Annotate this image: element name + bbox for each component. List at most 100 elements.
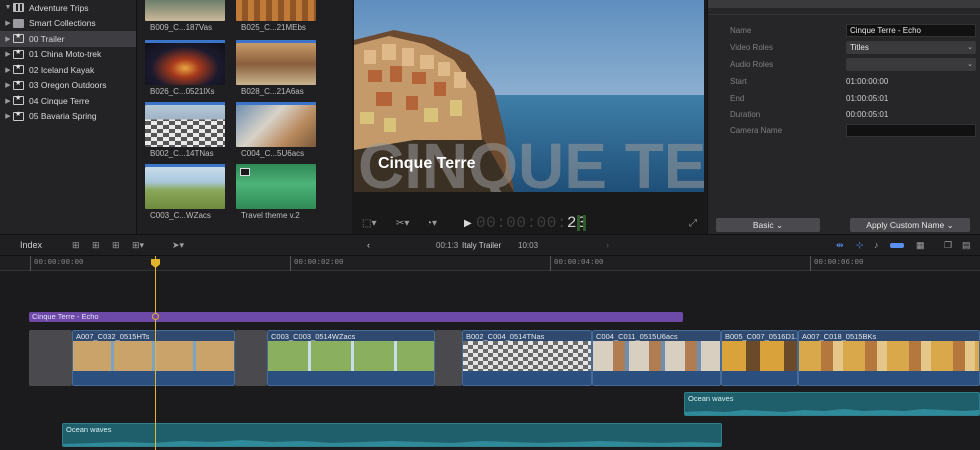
- inspector: Name Cinque Terre - Echo Video Roles Tit…: [707, 0, 980, 234]
- transition-clip[interactable]: [29, 330, 72, 386]
- snapping-icon[interactable]: ⊹: [856, 240, 864, 251]
- basic-button[interactable]: Basic ⌄: [716, 218, 820, 232]
- sidebar-item-event[interactable]: ▶ 00 Trailer: [0, 31, 136, 47]
- disclosure-closed-icon[interactable]: ▶: [3, 112, 13, 120]
- video-clip[interactable]: C004_C011_0515U6acs: [592, 330, 721, 386]
- sidebar-item-smart-collections[interactable]: ▶ Smart Collections: [0, 16, 136, 32]
- browser-clip[interactable]: C003_C...WZacs: [145, 164, 225, 220]
- video-roles-select[interactable]: Titles ⌄: [846, 40, 976, 54]
- audio-clip[interactable]: Ocean waves: [62, 423, 722, 447]
- timeline[interactable]: 00:00:00:00 00:00:02:00 00:00:04:00 00:0…: [0, 256, 980, 450]
- inspector-row-end: End 01:00:05:01: [708, 90, 980, 106]
- clip-appearance-icon[interactable]: ⇹: [836, 240, 844, 251]
- audio-clip[interactable]: Ocean waves: [684, 392, 980, 416]
- clip-filmstrip: [799, 341, 979, 371]
- layout-icon[interactable]: ▤: [962, 240, 971, 251]
- disclosure-closed-icon[interactable]: ▶: [3, 81, 13, 89]
- sidebar-item-library[interactable]: ▼ Adventure Trips: [0, 0, 136, 16]
- event-icon: [13, 63, 24, 75]
- index-button[interactable]: Index: [20, 240, 42, 250]
- clip-label: Travel theme v.2: [241, 211, 300, 220]
- clip-thumbnail: [236, 105, 316, 147]
- chevron-down-icon: ⌄: [967, 60, 973, 68]
- viewer-frame[interactable]: CINQUE TERRE Cinque Terre: [354, 0, 704, 192]
- sidebar-item-event[interactable]: ▶ 05 Bavaria Spring: [0, 109, 136, 125]
- clip-thumbnail: [145, 43, 225, 85]
- sidebar-item-label: 04 Cinque Terre: [29, 95, 90, 106]
- title-clip[interactable]: Cinque Terre - Echo: [29, 312, 683, 322]
- disclosure-closed-icon[interactable]: ▶: [3, 50, 13, 58]
- browser-clip[interactable]: B009_C...187Vas: [145, 0, 225, 32]
- disclosure-closed-icon[interactable]: ▶: [3, 66, 13, 74]
- overwrite-clip-icon[interactable]: ⊞▾: [132, 240, 144, 251]
- timecode-dim: 00:00:00:: [476, 214, 567, 232]
- disclosure-closed-icon[interactable]: ▶: [3, 19, 13, 27]
- insert-clip-icon[interactable]: ⊞: [92, 240, 100, 251]
- divider: [708, 14, 980, 15]
- sidebar-item-label: Adventure Trips: [29, 2, 89, 13]
- audio-waveform: [722, 371, 797, 385]
- end-value: 01:00:05:01: [846, 93, 889, 103]
- clip-thumbnail: [236, 43, 316, 85]
- inspector-row-duration: Duration 00:00:05:01: [708, 106, 980, 122]
- browser-clip[interactable]: B025_C...21MEbs: [236, 0, 316, 32]
- ruler-label: 00:00:00:00: [34, 259, 84, 267]
- video-clip[interactable]: B005_C007_0516D1...: [721, 330, 798, 386]
- speed-icon[interactable]: ◔▾: [426, 218, 437, 229]
- browser-clip[interactable]: B002_C...14TNas: [145, 102, 225, 158]
- browser-clip[interactable]: B026_C...0521lXs: [145, 40, 225, 96]
- browser-clip[interactable]: C004_C...5U6acs: [236, 102, 316, 158]
- title-overlay: Cinque Terre: [378, 155, 476, 172]
- event-icon: [13, 110, 24, 121]
- append-clip-icon[interactable]: ⊞: [112, 240, 120, 251]
- browser-clip[interactable]: B028_C...21A6as: [236, 40, 316, 96]
- sidebar-item-event[interactable]: ▶ 01 China Moto-trek: [0, 47, 136, 63]
- sidebar-item-event[interactable]: ▶ 02 Iceland Kayak: [0, 62, 136, 78]
- row-label: Name: [730, 25, 752, 35]
- select-tool-icon[interactable]: ➤▾: [172, 240, 184, 251]
- audio-waveform: [463, 371, 591, 385]
- effects-icon[interactable]: ✂▾: [396, 218, 409, 229]
- video-clip[interactable]: A007_C018_0515BKs: [798, 330, 980, 386]
- ruler-tick: [30, 256, 31, 271]
- skimming-icon[interactable]: [890, 243, 904, 248]
- transform-icon[interactable]: ⬚▾: [362, 218, 376, 229]
- playhead[interactable]: [155, 256, 156, 450]
- audio-waveform: [73, 371, 234, 385]
- video-clip[interactable]: C003_C003_0514WZacs: [267, 330, 435, 386]
- timeline-ruler[interactable]: 00:00:00:00 00:00:02:00 00:00:04:00 00:0…: [0, 256, 980, 271]
- name-field[interactable]: Cinque Terre - Echo: [846, 23, 976, 37]
- row-label: End: [730, 93, 745, 103]
- next-icon[interactable]: ›: [606, 240, 609, 250]
- play-icon[interactable]: ▶: [464, 218, 472, 229]
- disclosure-closed-icon[interactable]: ▶: [3, 97, 13, 105]
- video-clip[interactable]: A007_C032_0515HTs: [72, 330, 235, 386]
- audio-waveform: [268, 371, 434, 385]
- film-icon[interactable]: ▦: [916, 240, 925, 251]
- sidebar-item-label: 03 Oregon Outdoors: [29, 80, 107, 91]
- video-clip[interactable]: B002_C004_0514TNas: [462, 330, 592, 386]
- library-icon: [13, 3, 24, 13]
- clip-label: C003_C...WZacs: [150, 211, 211, 220]
- sidebar-item-event[interactable]: ▶ 03 Oregon Outdoors: [0, 78, 136, 94]
- apply-custom-name-button[interactable]: Apply Custom Name ⌄: [850, 218, 970, 232]
- browser-clip[interactable]: Travel theme v.2: [236, 164, 316, 220]
- disclosure-closed-icon[interactable]: ▶: [3, 35, 13, 43]
- window-icon[interactable]: ❐: [944, 240, 952, 251]
- connect-clip-icon[interactable]: ⊞: [72, 240, 80, 251]
- row-label: Duration: [730, 109, 761, 119]
- audio-meter-left: [577, 215, 580, 231]
- disclosure-open-icon[interactable]: ▼: [3, 4, 13, 11]
- transition-clip[interactable]: [435, 330, 462, 386]
- headphones-icon[interactable]: ♪: [874, 240, 879, 250]
- fullscreen-icon[interactable]: ⤢: [689, 218, 697, 229]
- transition-clip[interactable]: [235, 330, 267, 386]
- sidebar-item-label: Smart Collections: [29, 18, 96, 29]
- toolbar-timecode: 00:1:3: [436, 241, 459, 250]
- previous-icon[interactable]: ‹: [367, 240, 370, 250]
- event-icon: [13, 94, 24, 106]
- viewer-controls: ⬚▾ ✂▾ ◔▾ ▶ 00:00:00:23 ⤢: [352, 212, 706, 234]
- audio-roles-select[interactable]: ⌄: [846, 57, 976, 71]
- sidebar-item-event[interactable]: ▶ 04 Cinque Terre: [0, 93, 136, 109]
- camera-name-field[interactable]: [846, 123, 976, 137]
